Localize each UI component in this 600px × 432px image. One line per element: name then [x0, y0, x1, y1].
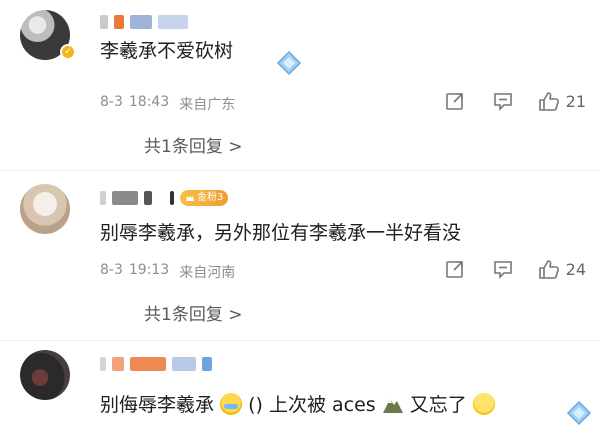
- username-obscured: [112, 191, 138, 205]
- comment-meta: 8-3 19:13 来自河南: [100, 262, 235, 282]
- comment-text-part: 别侮辱李羲承: [100, 394, 215, 416]
- comment-text-part: 又忘了: [409, 394, 467, 416]
- replies-label: 共1条回复: [144, 137, 223, 157]
- comment-time: 19:13: [128, 262, 170, 278]
- share-icon[interactable]: [442, 256, 468, 282]
- comment-text: 李羲承不爱砍树: [100, 40, 234, 62]
- comment-text: 别辱李羲承，另外那位有李羲承一半好看没: [100, 222, 462, 244]
- username-obscured: [100, 15, 108, 29]
- username-obscured: [100, 191, 106, 205]
- comment-text-part: () 上次被 aces: [248, 394, 376, 416]
- avatar[interactable]: [20, 350, 70, 400]
- crying-emoji-icon: [220, 393, 243, 415]
- username-row[interactable]: 金粉3: [100, 188, 229, 208]
- comment-time: 18:43: [128, 94, 170, 110]
- view-replies-link[interactable]: 共1条回复 >: [144, 132, 242, 157]
- username-obscured: [130, 357, 166, 371]
- comment-icon[interactable]: [490, 256, 516, 282]
- holding-back-tears-emoji-icon: [472, 393, 495, 415]
- comment-date: 8-3: [100, 262, 123, 278]
- comment-3: 别侮辱李羲承 () 上次被 aces 又忘了: [0, 340, 600, 432]
- username-obscured: [100, 357, 106, 371]
- view-replies-link[interactable]: 共1条回复 >: [144, 300, 242, 325]
- comment-2: 金粉3 别辱李羲承，另外那位有李羲承一半好看没 8-3 19:13 来自河南 2…: [0, 170, 600, 340]
- username-obscured: [114, 15, 124, 29]
- diamond-badge-icon: [276, 50, 302, 76]
- chevron-right-icon: >: [228, 305, 243, 325]
- crown-icon: [186, 195, 194, 201]
- diamond-badge-icon: [566, 400, 592, 426]
- fan-level-badge[interactable]: 金粉3: [180, 190, 229, 206]
- share-icon[interactable]: [442, 88, 468, 114]
- username-obscured: [158, 15, 188, 29]
- username-row[interactable]: [100, 354, 212, 374]
- username-obscured: [130, 15, 152, 29]
- username-obscured: [172, 357, 196, 371]
- fan-badge-label: 金粉3: [197, 192, 224, 203]
- replies-label: 共1条回复: [144, 305, 223, 325]
- username-obscured: [144, 191, 152, 205]
- comment-location: 来自广东: [179, 97, 236, 113]
- like-count: 21: [565, 91, 586, 111]
- comment-1: ✓ 李羲承不爱砍树 8-3 18:43 来自广东 21 共1条回复 >: [0, 0, 600, 170]
- like-count: 24: [565, 259, 586, 279]
- comment-actions: 21: [420, 88, 586, 114]
- avatar[interactable]: [20, 184, 70, 234]
- comment-text: 别侮辱李羲承 () 上次被 aces 又忘了: [100, 390, 495, 417]
- verified-badge-icon: ✓: [60, 44, 76, 60]
- username-obscured: [170, 191, 174, 205]
- comment-icon[interactable]: [490, 88, 516, 114]
- username-obscured: [202, 357, 212, 371]
- thumbs-up-icon[interactable]: 21: [538, 88, 586, 114]
- comment-location: 来自河南: [179, 265, 236, 281]
- username-obscured: [112, 357, 124, 371]
- chevron-right-icon: >: [228, 137, 243, 157]
- thumbs-up-icon[interactable]: 24: [538, 256, 586, 282]
- mountain-emoji-icon: [382, 399, 403, 413]
- comment-meta: 8-3 18:43 来自广东: [100, 94, 235, 114]
- username-row[interactable]: [100, 12, 188, 32]
- comment-actions: 24: [420, 256, 586, 282]
- comment-date: 8-3: [100, 94, 123, 110]
